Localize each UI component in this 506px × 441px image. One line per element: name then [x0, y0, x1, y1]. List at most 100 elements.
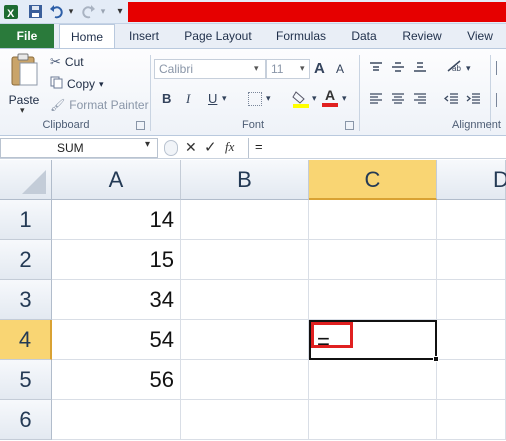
column-header-c[interactable]: C [309, 160, 437, 200]
tab-page-layout[interactable]: Page Layout [178, 24, 258, 48]
font-name-box[interactable]: Calibri [154, 59, 266, 79]
cell-d6[interactable] [437, 400, 506, 440]
align-left-icon[interactable] [368, 93, 384, 108]
cell-a2[interactable]: 15 [52, 240, 181, 280]
cell-b5[interactable] [181, 360, 309, 400]
cell-a6[interactable] [52, 400, 181, 440]
orientation-icon[interactable]: ab [446, 59, 466, 76]
cell-c4[interactable]: = [309, 320, 437, 360]
borders-icon[interactable] [248, 92, 262, 106]
format-painter-label: Format Painter [69, 98, 149, 112]
borders-dropdown-icon[interactable]: ▾ [266, 93, 271, 104]
name-box-dropdown-icon[interactable]: ▾ [145, 139, 150, 150]
cell-a1[interactable]: 14 [52, 200, 181, 240]
cell-d5[interactable] [437, 360, 506, 400]
paintbrush-icon: 🖌 [50, 98, 66, 112]
middle-align-icon[interactable] [390, 61, 406, 76]
row-header-1[interactable]: 1 [0, 200, 52, 240]
tab-review[interactable]: Review [394, 24, 450, 48]
cell-d4[interactable] [437, 320, 506, 360]
column-header-d[interactable]: D [437, 160, 506, 200]
cell-c5[interactable] [309, 360, 437, 400]
row-header-2[interactable]: 2 [0, 240, 52, 280]
cell-c2[interactable] [309, 240, 437, 280]
font-size-dropdown-icon[interactable]: ▾ [300, 63, 305, 74]
scissors-icon: ✂ [50, 54, 61, 69]
tab-formulas[interactable]: Formulas [268, 24, 334, 48]
fill-color-icon[interactable] [292, 89, 310, 109]
insert-function-icon[interactable]: fx [225, 139, 234, 155]
confirm-entry-icon[interactable]: ✓ [204, 138, 217, 156]
copy-dropdown-icon: ▾ [99, 78, 104, 89]
cell-b4[interactable] [181, 320, 309, 360]
name-box[interactable]: SUM [0, 138, 158, 158]
cell-b1[interactable] [181, 200, 309, 240]
fill-handle[interactable] [433, 356, 439, 362]
tab-file[interactable]: File [0, 24, 54, 48]
row-header-5[interactable]: 5 [0, 360, 52, 400]
align-center-icon[interactable] [390, 93, 406, 108]
column-header-a[interactable]: A [52, 160, 181, 200]
underline-dropdown-icon[interactable]: ▾ [222, 93, 227, 104]
cancel-entry-icon[interactable]: ✕ [185, 139, 197, 156]
column-header-b[interactable]: B [181, 160, 309, 200]
redo-dropdown-icon[interactable]: ▾ [98, 3, 108, 20]
cell-b3[interactable] [181, 280, 309, 320]
copy-button[interactable]: Copy ▾ [50, 76, 104, 92]
underline-button[interactable]: U [208, 91, 217, 106]
cut-button[interactable]: ✂ Cut [50, 54, 84, 70]
paste-button[interactable]: Paste ▾ [6, 53, 42, 115]
formula-input[interactable]: = [248, 138, 506, 158]
cell-a4[interactable]: 54 [52, 320, 181, 360]
save-icon[interactable] [26, 3, 44, 20]
cell-c3[interactable] [309, 280, 437, 320]
orientation-dropdown-icon[interactable]: ▾ [466, 63, 471, 74]
svg-text:ab: ab [452, 64, 461, 73]
cell-b2[interactable] [181, 240, 309, 280]
tab-view[interactable]: View [460, 24, 500, 48]
bold-button[interactable]: B [162, 91, 171, 106]
bottom-align-icon[interactable] [412, 61, 428, 76]
cell-a3[interactable]: 34 [52, 280, 181, 320]
svg-text:X: X [7, 8, 15, 20]
font-color-icon[interactable]: A [322, 87, 338, 109]
redo-icon[interactable] [80, 3, 96, 20]
italic-button[interactable]: I [186, 91, 190, 107]
font-launcher-icon[interactable] [345, 121, 354, 130]
top-align-icon[interactable] [368, 61, 384, 76]
merge-icon[interactable] [496, 93, 506, 107]
undo-icon[interactable] [48, 3, 64, 20]
formula-bar: SUM ▾ ✕ ✓ fx = [0, 137, 506, 159]
increase-indent-icon[interactable] [466, 93, 482, 108]
cell-c6[interactable] [309, 400, 437, 440]
grow-font-icon[interactable]: A [314, 60, 325, 77]
customize-quick-access-icon[interactable]: ▾ [114, 3, 126, 20]
tab-data[interactable]: Data [344, 24, 384, 48]
format-painter-button[interactable]: 🖌 Format Painter [50, 98, 149, 112]
excel-logo-icon[interactable]: X [2, 3, 20, 20]
group-separator [359, 55, 360, 131]
font-name-dropdown-icon[interactable]: ▾ [254, 63, 259, 74]
row-header-4[interactable]: 4 [0, 320, 52, 360]
fill-color-dropdown-icon[interactable]: ▾ [312, 93, 317, 104]
cell-c1[interactable] [309, 200, 437, 240]
clipboard-launcher-icon[interactable] [136, 121, 145, 130]
align-right-icon[interactable] [412, 93, 428, 108]
decrease-indent-icon[interactable] [443, 93, 460, 108]
select-all-button[interactable] [0, 160, 52, 200]
row-header-6[interactable]: 6 [0, 400, 52, 440]
cell-d2[interactable] [437, 240, 506, 280]
font-color-dropdown-icon[interactable]: ▾ [342, 93, 347, 104]
tab-insert[interactable]: Insert [120, 24, 168, 48]
wrap-text-icon[interactable] [496, 61, 506, 75]
row-header-3[interactable]: 3 [0, 280, 52, 320]
alignment-group-label: Alignment [452, 119, 501, 131]
shrink-font-icon[interactable]: A [336, 62, 344, 76]
formula-bar-resize-handle[interactable] [164, 140, 178, 156]
cell-d1[interactable] [437, 200, 506, 240]
cell-a5[interactable]: 56 [52, 360, 181, 400]
cell-b6[interactable] [181, 400, 309, 440]
cell-d3[interactable] [437, 280, 506, 320]
undo-dropdown-icon[interactable]: ▾ [66, 3, 76, 20]
tab-home[interactable]: Home [59, 24, 115, 49]
